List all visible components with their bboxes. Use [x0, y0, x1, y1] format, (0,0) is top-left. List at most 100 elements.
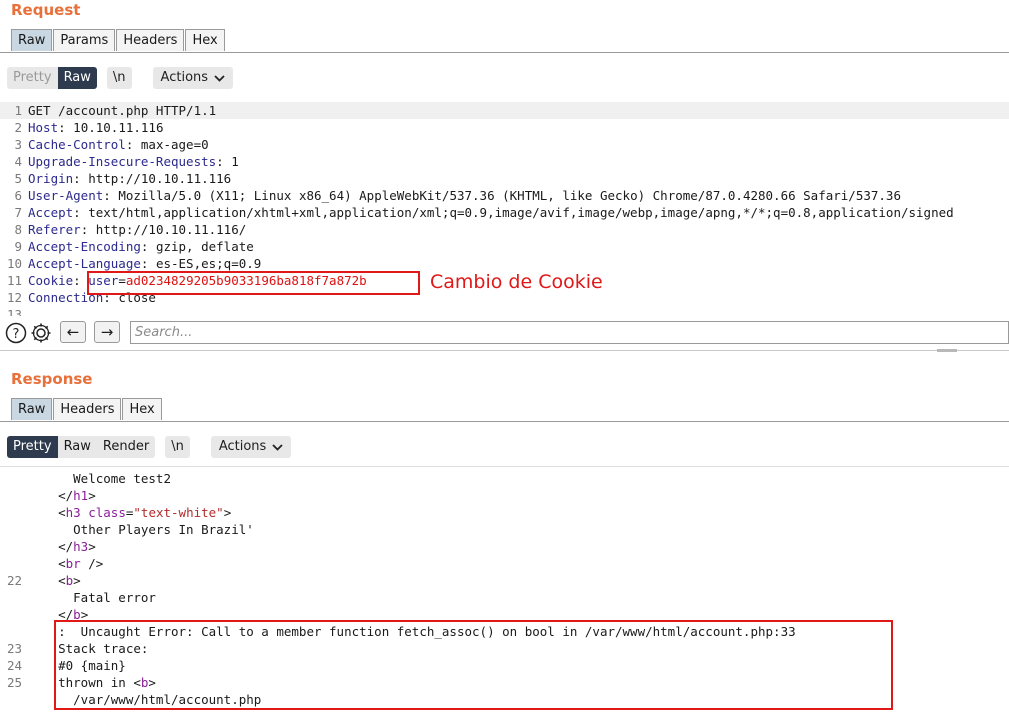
pretty-button[interactable]: Pretty [7, 436, 58, 458]
svg-text:?: ? [13, 327, 20, 342]
raw-button[interactable]: Raw [57, 436, 97, 458]
request-line: 6 User-Agent: Mozilla/5.0 (X11; Linux x86… [0, 187, 1009, 204]
line-number: 12 [6, 290, 22, 305]
chevron-down-icon [214, 74, 225, 82]
forward-arrow-icon[interactable]: → [94, 321, 120, 343]
tab-raw[interactable]: Raw [11, 398, 53, 420]
code-token: > [73, 573, 81, 588]
request-line: 5 Origin: http://10.10.11.116 [0, 170, 1009, 187]
header-value: http://10.10.11.116/ [88, 222, 247, 237]
request-line: 1 GET /account.php HTTP/1.1 [0, 102, 1009, 119]
code-token: Fatal error [28, 590, 156, 605]
header-name: GET /account.php HTTP/1.1 [28, 103, 217, 118]
code-token: Welcome test2 [28, 471, 171, 486]
newline-toggle-button[interactable]: \n [165, 436, 190, 458]
actions-label: Actions [160, 70, 209, 85]
raw-button[interactable]: Raw [57, 67, 97, 89]
header-name: Accept-Encoding [28, 239, 141, 254]
code-token: "text-white" [133, 505, 224, 520]
line-number: 23 [6, 641, 22, 656]
response-toolbar: Pretty Raw Render \n Actions [7, 436, 292, 458]
render-button[interactable]: Render [96, 436, 156, 458]
code-token: > [88, 539, 96, 554]
actions-dropdown[interactable]: Actions [152, 67, 234, 89]
header-name: Origin [28, 171, 74, 186]
line-number: 7 [14, 205, 22, 220]
request-view-toggle: Pretty Raw [7, 67, 97, 89]
tab-headers[interactable]: Headers [53, 398, 122, 420]
help-icon[interactable]: ? [5, 322, 27, 348]
header-name: Cookie [28, 273, 74, 288]
response-line: </h3> [0, 538, 1009, 555]
line-number: 3 [14, 137, 22, 152]
header-value: gzip, deflate [148, 239, 254, 254]
header-value: http://10.10.11.116 [80, 171, 232, 186]
response-view-toggle: Pretty Raw Render [7, 436, 156, 458]
request-line: 3 Cache-Control: max-age=0 [0, 136, 1009, 153]
colon: : [73, 171, 81, 186]
header-value: es-ES,es;q=0.9 [148, 256, 262, 271]
response-line: </h1> [0, 487, 1009, 504]
tab-params[interactable]: Params [53, 29, 116, 51]
request-line: 4 Upgrade-Insecure-Requests: 1 [0, 153, 1009, 170]
actions-dropdown[interactable]: Actions [210, 436, 292, 458]
request-line: 8 Referer: http://10.10.11.116/ [0, 221, 1009, 238]
response-line: <h3 class="text-white"> [0, 504, 1009, 521]
request-toolbar: Pretty Raw \n Actions [7, 67, 234, 89]
gear-icon[interactable] [30, 322, 52, 348]
code-token: > [223, 505, 232, 520]
code-token: Other Players In Brazil' [28, 522, 254, 537]
header-name: Accept [28, 205, 74, 220]
tab-headers[interactable]: Headers [116, 29, 185, 51]
header-name: User-Agent [28, 188, 104, 203]
cookie-annotation: Cambio de Cookie [430, 271, 603, 293]
request-line: 10 Accept-Language: es-ES,es;q=0.9 [0, 255, 1009, 272]
colon: : [216, 154, 224, 169]
tab-raw[interactable]: Raw [11, 29, 53, 51]
header-value: max-age=0 [133, 137, 209, 152]
response-tabs: Raw Headers Hex [11, 398, 163, 420]
response-title: Response [11, 370, 93, 388]
line-number: 11 [6, 273, 22, 288]
tab-hex[interactable]: Hex [122, 398, 162, 420]
pretty-button[interactable]: Pretty [7, 67, 58, 89]
splitter-handle[interactable] [937, 349, 957, 352]
header-value: 10.10.11.116 [65, 120, 164, 135]
back-arrow-icon[interactable]: ← [60, 321, 86, 343]
tab-hex[interactable]: Hex [185, 29, 225, 51]
code-token: < [28, 556, 66, 571]
cookie-highlight-box [87, 271, 420, 295]
code-token: h3 [73, 539, 89, 554]
header-name: Host [28, 120, 59, 135]
line-number: 22 [6, 573, 22, 588]
line-number: 5 [14, 171, 22, 186]
line-number: 8 [14, 222, 22, 237]
actions-label: Actions [218, 439, 267, 454]
code-token: /> [80, 556, 104, 571]
response-line: Other Players In Brazil' [0, 521, 1009, 538]
code-token: h1 [73, 488, 89, 503]
request-tabs: Raw Params Headers Hex [11, 29, 226, 51]
response-line: 22 <b> [0, 572, 1009, 589]
request-title: Request [11, 1, 81, 19]
colon: : [73, 205, 81, 220]
response-line: Fatal error [0, 589, 1009, 606]
code-token: < [28, 573, 66, 588]
colon: : [58, 120, 66, 135]
request-tab-divider [0, 52, 1009, 53]
newline-toggle-button[interactable]: \n [106, 67, 132, 89]
code-token: < [28, 505, 66, 520]
code-token: </ [28, 488, 74, 503]
code-token: </ [28, 539, 74, 554]
line-number: 10 [6, 256, 22, 271]
request-line: 7 Accept: text/html,application/xhtml+xml… [0, 204, 1009, 221]
header-value: 1 [223, 154, 239, 169]
header-name: Referer [28, 222, 81, 237]
line-number: 24 [6, 658, 22, 673]
pane-splitter[interactable] [0, 350, 1009, 351]
colon: : [73, 273, 81, 288]
search-input[interactable] [130, 321, 1009, 344]
code-token: h3 class [65, 505, 126, 520]
request-line: 2 Host: 10.10.11.116 [0, 119, 1009, 136]
line-number: 6 [14, 188, 22, 203]
